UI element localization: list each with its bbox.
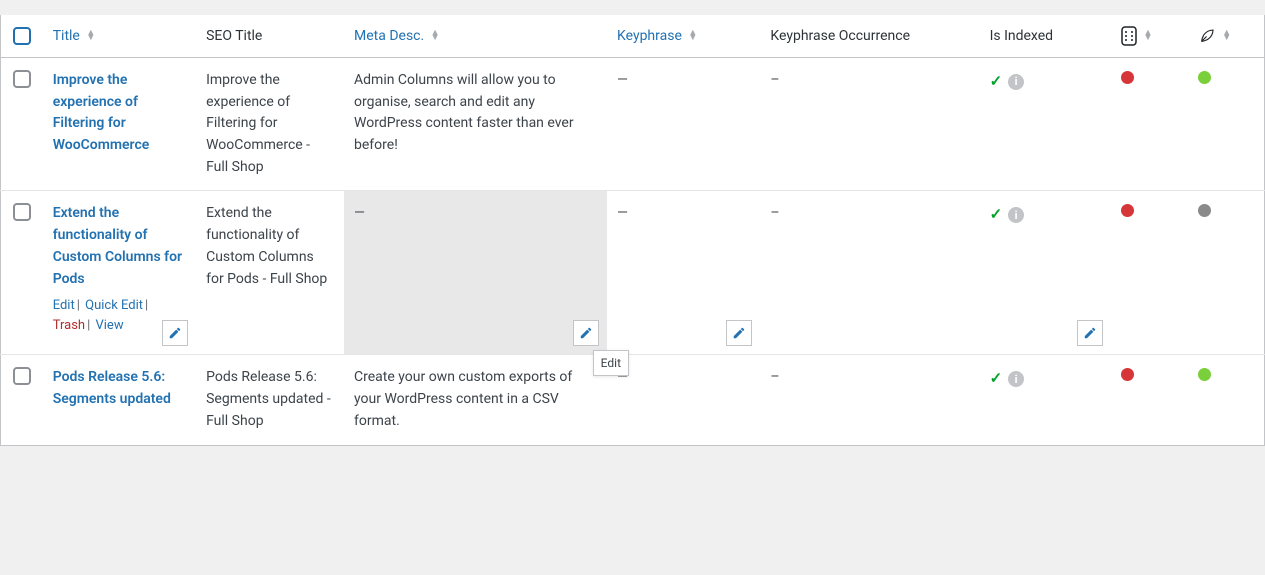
col-readability[interactable]: ▲▼ <box>1111 15 1188 58</box>
status-dot-red <box>1121 71 1134 84</box>
seo-score-cell <box>1188 58 1265 191</box>
col-keyphrase-label: Keyphrase <box>617 28 682 44</box>
table-row: Improve the experience of Filtering for … <box>1 58 1265 191</box>
seo-title-cell: Improve the experience of Filtering for … <box>196 58 344 191</box>
col-seo-title-label: SEO Title <box>206 28 262 44</box>
pencil-icon <box>1083 326 1097 340</box>
occurrence-cell: – <box>760 191 979 355</box>
occurrence-cell: – <box>760 58 979 191</box>
status-dot-green <box>1198 368 1211 381</box>
title-cell: Improve the experience of Filtering for … <box>43 58 196 191</box>
pencil-icon <box>168 326 182 340</box>
indexed-cell: ✓ i <box>980 58 1111 191</box>
quick-edit-link[interactable]: Quick Edit <box>85 298 143 313</box>
edit-tooltip: Edit <box>593 350 629 377</box>
title-cell: Pods Release 5.6: Segments updated <box>43 355 196 445</box>
inline-edit-button[interactable] <box>162 320 188 346</box>
post-title-link[interactable]: Improve the experience of Filtering for … <box>53 72 150 153</box>
empty-value: – <box>770 369 779 385</box>
status-dot-red <box>1121 204 1134 217</box>
post-title-link[interactable]: Extend the functionality of Custom Colum… <box>53 205 182 286</box>
indexed-cell: ✓ i <box>980 191 1111 355</box>
seo-title-cell: Extend the functionality of Custom Colum… <box>196 191 344 355</box>
readability-icon <box>1121 26 1137 46</box>
status-dot-red <box>1121 368 1134 381</box>
post-title-link[interactable]: Pods Release 5.6: Segments updated <box>53 369 171 407</box>
occurrence-cell: – <box>760 355 979 445</box>
meta-desc-cell: — Edit <box>344 191 607 355</box>
table-row: Extend the functionality of Custom Colum… <box>1 191 1265 355</box>
info-icon[interactable]: i <box>1008 207 1024 223</box>
sort-icon: ▲▼ <box>1144 31 1153 41</box>
col-title[interactable]: Title ▲▼ <box>43 15 196 58</box>
sort-icon: ▲▼ <box>688 31 697 41</box>
row-checkbox[interactable] <box>13 367 31 385</box>
col-occ-label: Keyphrase Occurrence <box>770 28 910 44</box>
empty-value: — <box>354 205 365 221</box>
status-dot-green <box>1198 71 1211 84</box>
col-is-indexed: Is Indexed <box>980 15 1111 58</box>
check-icon: ✓ <box>990 70 1003 93</box>
meta-desc-cell: Create your own custom exports of your W… <box>344 355 607 445</box>
col-keyphrase-occurrence: Keyphrase Occurrence <box>760 15 979 58</box>
status-dot-grey <box>1198 204 1211 217</box>
pencil-icon <box>732 326 746 340</box>
col-title-label: Title <box>53 28 80 44</box>
row-checkbox[interactable] <box>13 70 31 88</box>
keyphrase-cell: — <box>607 355 760 445</box>
sort-icon: ▲▼ <box>86 31 95 41</box>
readability-cell <box>1111 355 1188 445</box>
inline-edit-button[interactable] <box>1077 320 1103 346</box>
empty-value: — <box>617 205 628 221</box>
col-meta-desc[interactable]: Meta Desc. ▲▼ <box>344 15 607 58</box>
edit-link[interactable]: Edit <box>53 298 75 313</box>
table-row: Pods Release 5.6: Segments updated Pods … <box>1 355 1265 445</box>
col-seo-score[interactable]: ▲▼ <box>1188 15 1265 58</box>
col-indexed-label: Is Indexed <box>990 28 1054 44</box>
title-cell: Extend the functionality of Custom Colum… <box>43 191 196 355</box>
sort-icon: ▲▼ <box>431 31 440 41</box>
inline-edit-button[interactable] <box>573 320 599 346</box>
empty-value: – <box>770 205 779 221</box>
view-link[interactable]: View <box>95 318 123 333</box>
seo-score-cell <box>1188 355 1265 445</box>
readability-cell <box>1111 58 1188 191</box>
pencil-icon <box>579 326 593 340</box>
empty-value: — <box>617 72 628 88</box>
col-keyphrase[interactable]: Keyphrase ▲▼ <box>607 15 760 58</box>
sort-icon: ▲▼ <box>1222 31 1231 41</box>
readability-cell <box>1111 191 1188 355</box>
posts-table: Title ▲▼ SEO Title Meta Desc. ▲▼ Keyphra… <box>0 15 1265 446</box>
keyphrase-cell: — <box>607 58 760 191</box>
info-icon[interactable]: i <box>1008 74 1024 90</box>
col-seo-title: SEO Title <box>196 15 344 58</box>
empty-value: – <box>770 72 779 88</box>
inline-edit-button[interactable] <box>726 320 752 346</box>
col-meta-desc-label: Meta Desc. <box>354 28 424 44</box>
info-icon[interactable]: i <box>1008 371 1024 387</box>
meta-desc-cell: Admin Columns will allow you to organise… <box>344 58 607 191</box>
trash-link[interactable]: Trash <box>53 318 85 333</box>
select-all-checkbox[interactable] <box>13 27 31 45</box>
check-icon: ✓ <box>990 203 1003 226</box>
check-icon: ✓ <box>990 367 1003 390</box>
seo-score-cell <box>1188 191 1265 355</box>
feather-icon <box>1198 27 1216 45</box>
seo-title-cell: Pods Release 5.6: Segments updated - Ful… <box>196 355 344 445</box>
row-checkbox[interactable] <box>13 203 31 221</box>
indexed-cell: ✓ i <box>980 355 1111 445</box>
keyphrase-cell: — <box>607 191 760 355</box>
